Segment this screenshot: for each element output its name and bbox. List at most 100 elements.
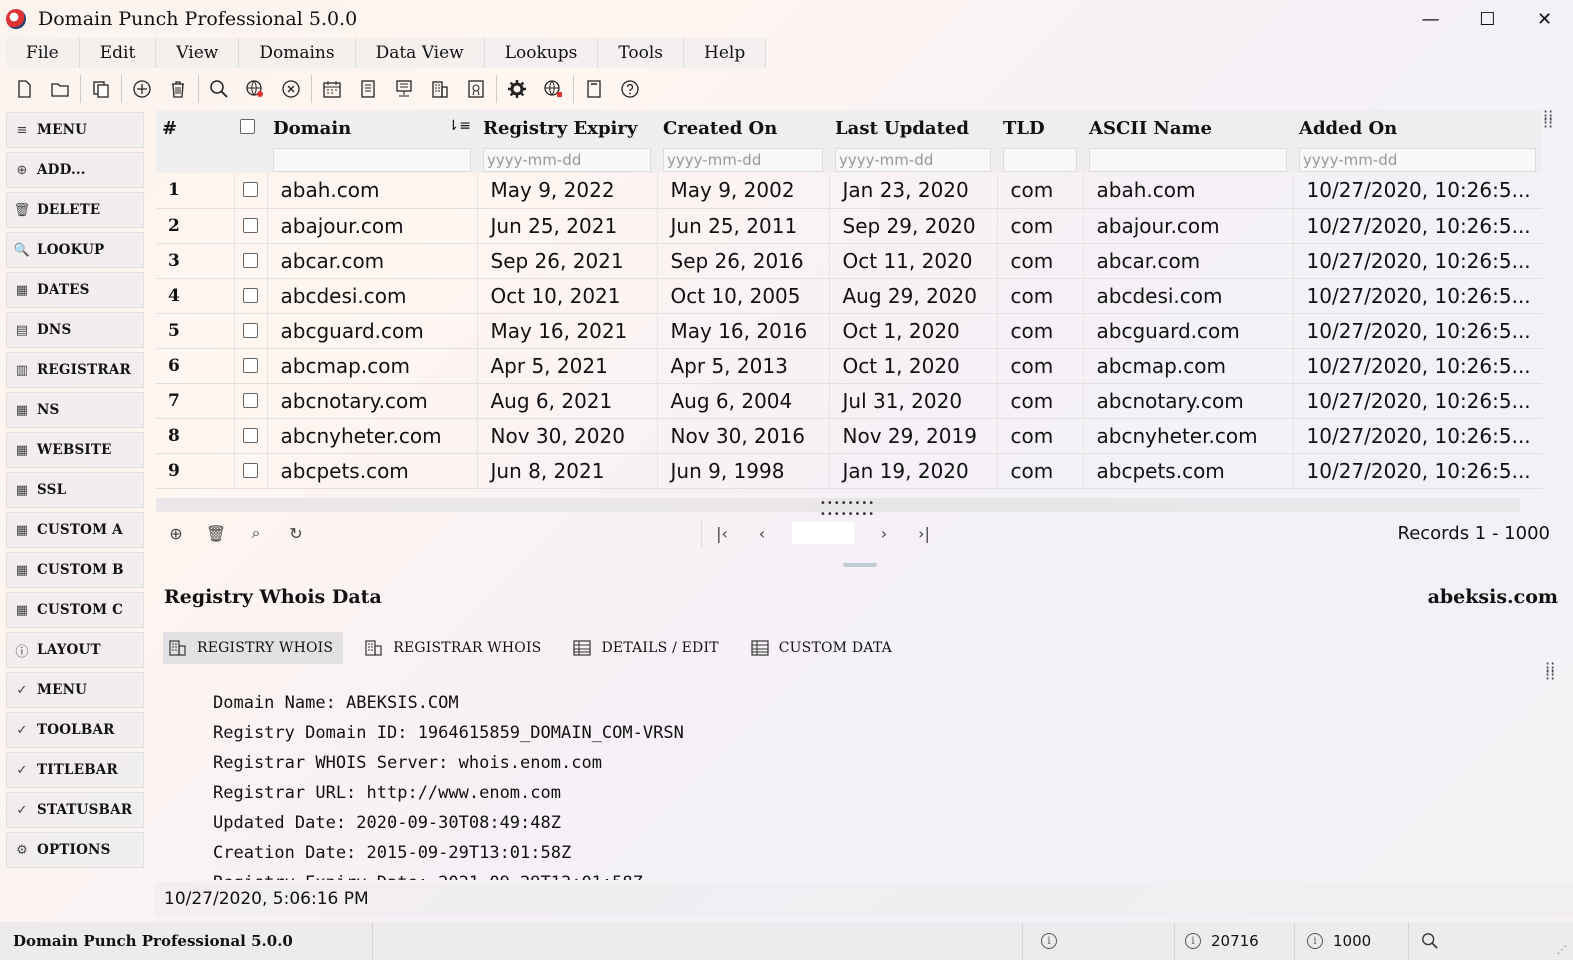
cell-tld[interactable]: com — [997, 313, 1084, 349]
cell-ascii-name[interactable]: abcpets.com — [1083, 453, 1294, 489]
cell-ascii-name[interactable]: abajour.com — [1083, 208, 1294, 244]
menu-domains[interactable]: Domains — [239, 38, 356, 68]
cell-last-updated[interactable]: Jan 23, 2020 — [829, 173, 998, 209]
cell-domain[interactable]: abcmap.com — [267, 348, 478, 384]
col-header-registry-expiry[interactable]: Registry Expiry — [477, 110, 657, 146]
cell-last-updated[interactable]: Jan 19, 2020 — [829, 453, 998, 489]
sidebar-custom-c[interactable]: ▦ CUSTOM C — [6, 592, 144, 628]
cell-domain[interactable]: abcar.com — [267, 243, 478, 279]
cell-added-on[interactable]: 10/27/2020, 10:26:5... — [1293, 208, 1542, 244]
cell-ascii-name[interactable]: abcguard.com — [1083, 313, 1294, 349]
cell-ascii-name[interactable]: abcnyheter.com — [1083, 418, 1294, 454]
cell-registry-expiry[interactable]: Apr 5, 2021 — [477, 348, 658, 384]
filter-tld[interactable] — [1003, 147, 1077, 172]
search-icon[interactable] — [201, 72, 237, 106]
close-button[interactable]: ✕ — [1516, 0, 1573, 38]
bookmark-icon[interactable] — [576, 72, 612, 106]
cell-created-on[interactable]: May 16, 2016 — [657, 313, 830, 349]
cell-added-on[interactable]: 10/27/2020, 10:26:5... — [1293, 453, 1542, 489]
row-select-checkbox[interactable] — [242, 287, 258, 303]
menu-view[interactable]: View — [156, 38, 240, 68]
row-number[interactable]: 2 — [156, 208, 235, 244]
sidebar-toggle-statusbar[interactable]: ✓ STATUSBAR — [6, 792, 144, 828]
row-number[interactable]: 7 — [156, 383, 235, 419]
horizontal-scrollbar[interactable]: •••••••• •••••••• — [156, 498, 1520, 520]
cell-domain[interactable]: abcguard.com — [267, 313, 478, 349]
filter-domain[interactable] — [273, 147, 471, 172]
tab-registrar-whois[interactable]: REGISTRAR WHOIS — [359, 632, 551, 664]
filter-last-updated[interactable]: yyyy-mm-dd — [835, 147, 991, 172]
sidebar-ssl[interactable]: ▦ SSL — [6, 472, 144, 508]
sidebar-registrar[interactable]: ▥ REGISTRAR — [6, 352, 144, 388]
sidebar-dns[interactable]: ▤ DNS — [6, 312, 144, 348]
menu-help[interactable]: Help — [684, 38, 767, 68]
cell-added-on[interactable]: 10/27/2020, 10:26:5... — [1293, 243, 1542, 279]
sidebar-custom-a[interactable]: ▦ CUSTOM A — [6, 512, 144, 548]
cell-domain[interactable]: abcpets.com — [267, 453, 478, 489]
cell-created-on[interactable]: Nov 30, 2016 — [657, 418, 830, 454]
select-all-checkbox[interactable] — [240, 118, 255, 134]
row-checkbox[interactable] — [234, 453, 268, 489]
pager-delete-icon[interactable]: 🗑 — [196, 524, 236, 543]
copy-icon[interactable] — [83, 72, 119, 106]
next-page-button[interactable]: › — [864, 524, 904, 543]
tab-custom-data[interactable]: CUSTOM DATA — [745, 632, 902, 664]
cell-domain[interactable]: abcnotary.com — [267, 383, 478, 419]
cell-created-on[interactable]: Jun 25, 2011 — [657, 208, 830, 244]
column-chooser-handle[interactable]: ⁝⁝ ⁝⁝ — [1543, 108, 1553, 131]
sidebar-dates[interactable]: ▦ DATES — [6, 272, 144, 308]
cell-tld[interactable]: com — [997, 383, 1084, 419]
building-icon[interactable] — [422, 72, 458, 106]
row-number[interactable]: 1 — [156, 173, 235, 209]
row-select-checkbox[interactable] — [242, 392, 258, 408]
menu-lookups[interactable]: Lookups — [485, 38, 599, 68]
col-header-select-all[interactable] — [234, 110, 267, 146]
cancel-icon[interactable] — [273, 72, 309, 106]
sidebar-menu[interactable]: ≡ MENU — [6, 112, 144, 148]
cell-ascii-name[interactable]: abah.com — [1083, 173, 1294, 209]
cell-created-on[interactable]: Jun 9, 1998 — [657, 453, 830, 489]
cell-registry-expiry[interactable]: Jun 8, 2021 — [477, 453, 658, 489]
filter-created-on[interactable]: yyyy-mm-dd — [663, 147, 823, 172]
col-header-added-on[interactable]: Added On — [1293, 110, 1542, 146]
sidebar-toggle-titlebar[interactable]: ✓ TITLEBAR — [6, 752, 144, 788]
row-select-checkbox[interactable] — [242, 322, 258, 338]
col-header-ascii-name[interactable]: ASCII Name — [1083, 110, 1293, 146]
menu-tools[interactable]: Tools — [598, 38, 685, 68]
filter-added-on[interactable]: yyyy-mm-dd — [1299, 147, 1536, 172]
prev-page-button[interactable]: ‹ — [742, 524, 782, 543]
row-number[interactable]: 4 — [156, 278, 235, 314]
cell-registry-expiry[interactable]: Nov 30, 2020 — [477, 418, 658, 454]
col-header-last-updated[interactable]: Last Updated — [829, 110, 997, 146]
cell-tld[interactable]: com — [997, 243, 1084, 279]
col-header-created-on[interactable]: Created On — [657, 110, 829, 146]
cell-ascii-name[interactable]: abcnotary.com — [1083, 383, 1294, 419]
row-checkbox[interactable] — [234, 383, 268, 419]
sidebar-lookup[interactable]: 🔍 LOOKUP — [6, 232, 144, 268]
tab-registry-whois[interactable]: REGISTRY WHOIS — [163, 632, 344, 664]
row-checkbox[interactable] — [234, 208, 268, 244]
cell-tld[interactable]: com — [997, 173, 1084, 209]
cell-registry-expiry[interactable]: May 9, 2022 — [477, 173, 658, 209]
resize-grip-icon[interactable]: ⋰ — [1557, 945, 1567, 956]
help-icon[interactable] — [612, 72, 648, 106]
row-select-checkbox[interactable] — [242, 357, 258, 373]
table-row[interactable]: 8 abcnyheter.com Nov 30, 2020 Nov 30, 2016 N… — [156, 418, 1542, 454]
table-row[interactable]: 4 abcdesi.com Oct 10, 2021 Oct 10, 2005 Aug … — [156, 278, 1542, 314]
maximize-button[interactable]: ☐ — [1459, 0, 1516, 38]
cell-created-on[interactable]: Sep 26, 2016 — [657, 243, 830, 279]
col-header-tld[interactable]: TLD — [997, 110, 1083, 146]
table-row[interactable]: 7 abcnotary.com Aug 6, 2021 Aug 6, 2004 Jul … — [156, 383, 1542, 419]
pager-add-icon[interactable]: ⊕ — [156, 524, 196, 543]
cell-registry-expiry[interactable]: Aug 6, 2021 — [477, 383, 658, 419]
row-checkbox[interactable] — [234, 313, 268, 349]
whois-panel-handle[interactable]: ⁝⁝ ⁝⁝ — [1545, 660, 1555, 683]
row-checkbox[interactable] — [234, 243, 268, 279]
cell-last-updated[interactable]: Sep 29, 2020 — [829, 208, 998, 244]
row-select-checkbox[interactable] — [242, 182, 258, 198]
cell-tld[interactable]: com — [997, 348, 1084, 384]
cell-added-on[interactable]: 10/27/2020, 10:26:5... — [1293, 383, 1542, 419]
cell-last-updated[interactable]: Jul 31, 2020 — [829, 383, 998, 419]
sidebar-website[interactable]: ▦ WEBSITE — [6, 432, 144, 468]
row-number[interactable]: 9 — [156, 453, 235, 489]
